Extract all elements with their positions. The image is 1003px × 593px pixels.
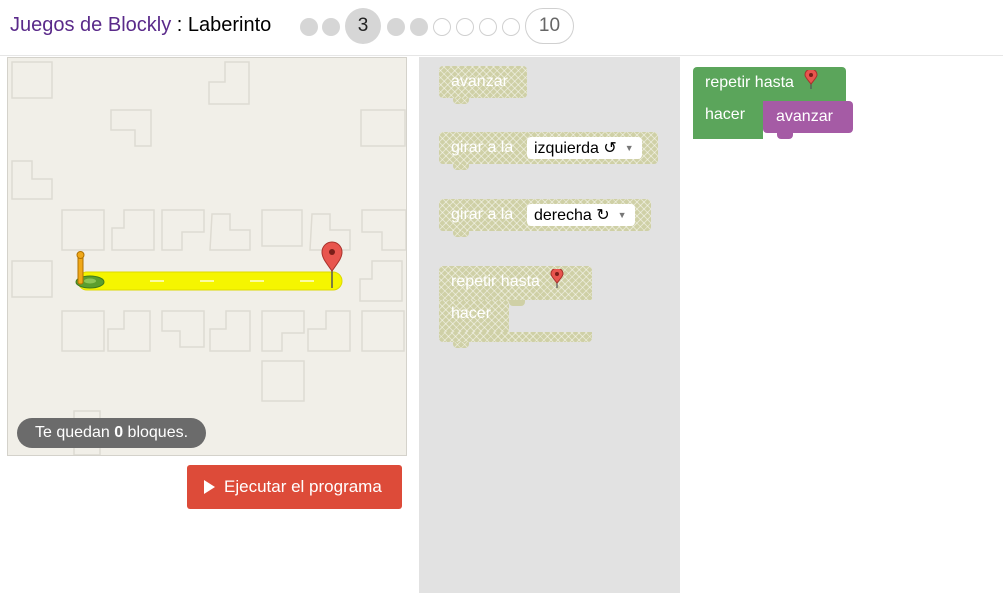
level-4-link[interactable] (387, 18, 405, 36)
app-link[interactable]: Juegos de Blockly (10, 14, 171, 36)
play-icon (204, 480, 215, 494)
level-8-link[interactable] (479, 18, 497, 36)
repeat-block-label: repetir hasta (451, 273, 540, 290)
level-2-link[interactable] (322, 18, 340, 36)
toolbox: avanzar girar a la izquierda ↺ ▼ girar a … (419, 57, 680, 593)
level-last-link[interactable]: 10 (525, 8, 574, 44)
turn-left-value: izquierda ↺ (534, 140, 617, 157)
dropdown-arrow-icon: ▼ (624, 143, 634, 153)
workspace-move-label: avanzar (776, 108, 833, 125)
goal-marker-icon (550, 269, 564, 288)
level-5-link[interactable] (410, 18, 428, 36)
move-block-body: avanzar (439, 66, 527, 98)
level-9-link[interactable] (502, 18, 520, 36)
workspace-do-label: hacer (705, 106, 746, 123)
repeat-block-header: repetir hasta (439, 266, 592, 300)
level-current[interactable]: 3 (345, 8, 381, 44)
capacity-count: 0 (114, 424, 124, 441)
capacity-suffix: bloques. (123, 424, 189, 441)
run-program-label: Ejecutar el programa (224, 477, 382, 496)
run-program-button[interactable]: Ejecutar el programa (187, 465, 402, 509)
page-title: Juegos de Blockly : Laberinto (10, 14, 271, 37)
level-6-link[interactable] (433, 18, 451, 36)
repeat-do-label: hacer (451, 305, 492, 322)
remaining-blocks-badge: Te quedan 0 bloques. (17, 418, 207, 448)
level-1-link[interactable] (300, 18, 318, 36)
workspace-repeat-label: repetir hasta (705, 74, 794, 91)
toolbox-repeat-block[interactable]: repetir hasta hacer (439, 266, 592, 348)
goal-marker-icon (804, 70, 818, 89)
turn-left-label: girar a la (451, 139, 514, 156)
turn-right-label: girar a la (451, 206, 514, 223)
turn-right-value: derecha ↻ (534, 207, 610, 224)
workspace[interactable]: repetir hasta hacer avanzar (680, 57, 1003, 593)
workspace-move-block[interactable]: avanzar (763, 101, 853, 133)
player-icon (75, 251, 105, 289)
level-7-link[interactable] (456, 18, 474, 36)
turn-left-dropdown[interactable]: izquierda ↺ ▼ (527, 137, 642, 159)
dropdown-arrow-icon: ▼ (617, 210, 627, 220)
level-title: Laberinto (187, 14, 272, 36)
turn-right-dropdown[interactable]: derecha ↻ ▼ (527, 204, 635, 226)
move-block-label: avanzar (451, 73, 508, 90)
capacity-prefix: Te quedan (35, 424, 115, 441)
workspace-repeat-block[interactable]: repetir hasta hacer avanzar (693, 67, 853, 149)
repeat-block-footer (439, 332, 592, 342)
title-separator: : (171, 14, 188, 36)
header: Juegos de Blockly : Laberinto 3 10 (0, 0, 1003, 56)
workspace-repeat-header: repetir hasta (693, 67, 846, 101)
maze-canvas (7, 57, 407, 456)
maze-tiles (11, 61, 406, 455)
